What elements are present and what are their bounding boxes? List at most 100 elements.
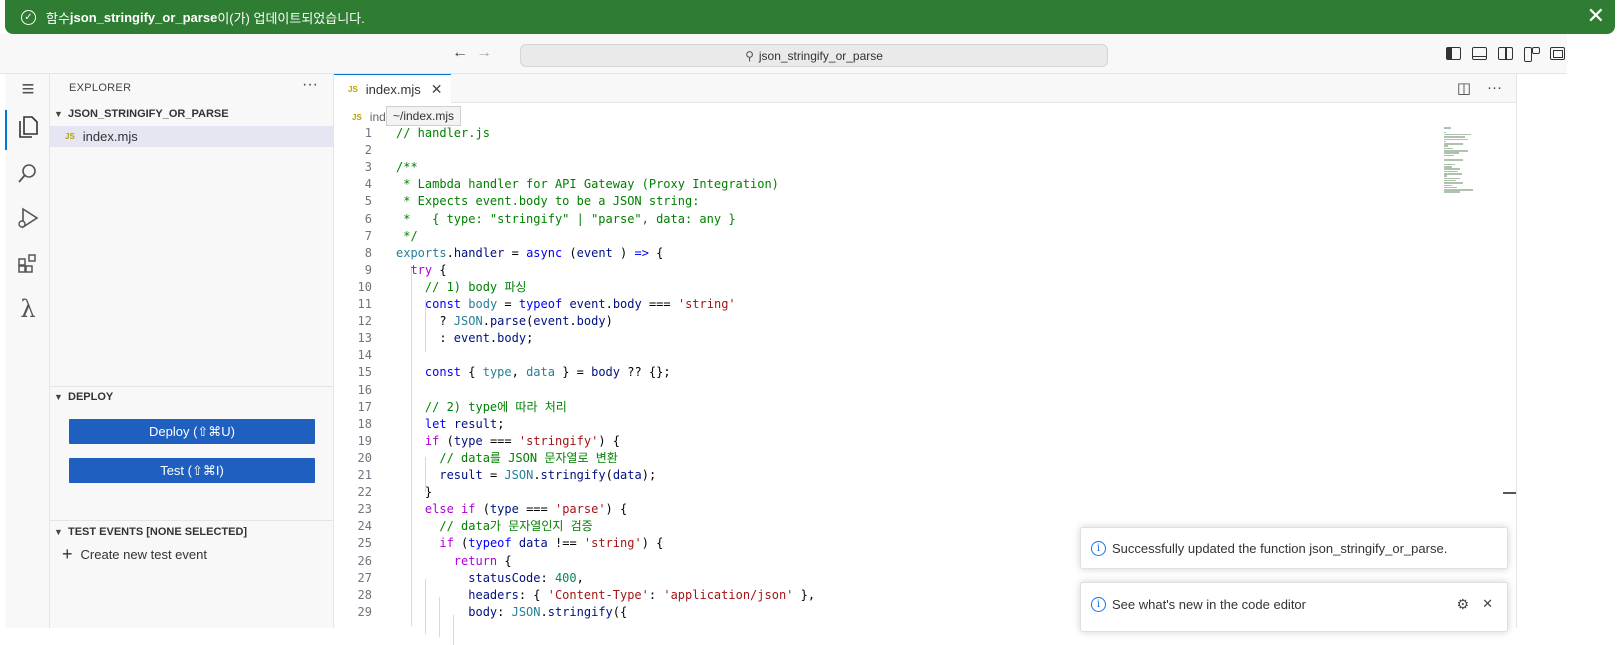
minimap[interactable] [1444, 127, 1476, 197]
minimap-line [1444, 173, 1462, 175]
line-number: 11 [357, 297, 372, 311]
close-tab-icon[interactable]: ✕ [431, 81, 443, 98]
minimap-line [1444, 131, 1446, 134]
code-text: /** [396, 160, 418, 175]
code-text: exports.handler = async (event ) => { [396, 245, 664, 260]
file-item-index[interactable]: JS index.mjs [50, 126, 333, 147]
minimap-line [1444, 152, 1459, 154]
minimap-line [1444, 150, 1468, 152]
more-actions-icon[interactable]: ··· [1487, 79, 1502, 97]
toggle-panel-icon[interactable] [1472, 47, 1487, 60]
code-text: * Expects event.body to be a JSON string… [396, 194, 700, 209]
line-number: 4 [364, 177, 372, 192]
code-text: headers: { 'Content-Type': 'application/… [468, 587, 816, 602]
toggle-secondary-sidebar-icon[interactable] [1498, 47, 1513, 60]
code-text: try { [410, 262, 447, 277]
whats-new-toast: i See what's new in the code editor ⚙ ✕ [1080, 582, 1508, 632]
folder-name: JSON_STRINGIFY_OR_PARSE [68, 108, 229, 120]
js-file-icon: JS [348, 84, 358, 94]
search-icon[interactable] [15, 160, 41, 186]
plus-icon: + [62, 544, 73, 564]
code-text: */ [396, 228, 418, 243]
line-number: 18 [357, 416, 372, 431]
command-center-search[interactable]: ⚲ json_stringify_or_parse [520, 44, 1108, 67]
info-icon: i [1091, 597, 1106, 612]
check-circle-icon: ✓ [21, 9, 36, 25]
more-actions-icon[interactable]: ··· [302, 76, 318, 94]
code-text: // handler.js [396, 126, 490, 140]
section-divider [50, 386, 333, 387]
test-button[interactable]: Test (⇧⌘I) [69, 458, 315, 483]
minimap-line [1444, 145, 1448, 147]
chevron-down-icon: ▼ [54, 392, 63, 402]
deploy-button[interactable]: Deploy (⇧⌘U) [69, 419, 315, 444]
extensions-icon[interactable] [15, 251, 41, 277]
banner-function-name: json_stringify_or_parse [69, 9, 218, 25]
line-number: 23 [357, 502, 372, 517]
line-number: 24 [357, 519, 372, 534]
minimap-line [1444, 177, 1460, 180]
customize-layout-icon[interactable] [1524, 47, 1540, 62]
active-indicator [5, 110, 7, 150]
code-text: let result; [424, 416, 505, 431]
toggle-primary-sidebar-icon[interactable] [1446, 47, 1461, 60]
line-number: 8 [364, 245, 372, 260]
lambda-icon[interactable]: λ [15, 295, 41, 323]
minimap-line [1444, 147, 1453, 150]
code-text: // data가 문자열인지 검증 [439, 519, 593, 534]
line-number: 26 [357, 553, 372, 568]
test-events-header[interactable]: ▼ TEST EVENTS [NONE SELECTED] [54, 526, 247, 538]
success-toast-text: Successfully updated the function json_s… [1112, 540, 1448, 556]
editor-actions: ◫ ··· [1457, 79, 1502, 97]
gear-icon[interactable]: ⚙ [1456, 596, 1469, 613]
minimap-line [1444, 186, 1457, 189]
minimap-line [1444, 163, 1455, 166]
split-editor-icon[interactable]: ◫ [1457, 79, 1471, 97]
code-text: const { type, data } = body ?? {}; [424, 365, 671, 380]
line-number: 3 [364, 160, 372, 175]
close-icon[interactable]: ✕ [1482, 596, 1493, 612]
explorer-icon[interactable] [15, 114, 41, 140]
minimap-line [1444, 182, 1463, 184]
chevron-down-icon: ▼ [54, 109, 63, 119]
breadcrumb[interactable]: JS ind [352, 110, 386, 124]
scrollbar-marker[interactable] [1503, 492, 1516, 494]
code-text: if (typeof data !== 'string') { [439, 536, 664, 551]
minimap-line [1444, 170, 1458, 173]
minimap-line [1444, 166, 1452, 168]
create-test-event-link[interactable]: + Create new test event [62, 544, 207, 565]
test-events-title: TEST EVENTS [NONE SELECTED] [68, 526, 248, 538]
code-text: * { type: "stringify" | "parse", data: a… [396, 211, 736, 226]
banner-close-icon[interactable]: ✕ [1587, 3, 1605, 29]
deploy-header[interactable]: ▼ DEPLOY [54, 391, 113, 403]
section-divider [50, 520, 333, 521]
minimap-line [1444, 184, 1452, 186]
code-text: // data를 JSON 문자열로 변환 [439, 450, 618, 465]
tab-index-mjs[interactable]: JS index.mjs ✕ [334, 74, 451, 103]
chevron-down-icon: ▼ [54, 527, 63, 537]
folder-header[interactable]: ▼ JSON_STRINGIFY_OR_PARSE [54, 108, 229, 120]
forward-arrow-icon[interactable]: → [476, 44, 492, 62]
line-number: 14 [357, 348, 372, 363]
line-number: 27 [357, 570, 372, 585]
create-test-event-label: Create new test event [80, 547, 207, 562]
fullscreen-icon[interactable] [1550, 47, 1565, 60]
code-text: return { [453, 553, 512, 568]
minimap-line [1444, 127, 1451, 129]
code-text: statusCode: 400, [468, 570, 584, 585]
deploy-title: DEPLOY [68, 391, 114, 403]
banner-suffix: 이(가) 업데이트되었습니다. [217, 10, 365, 26]
title-bar: ← → ⚲ json_stringify_or_parse [0, 34, 1567, 74]
code-text: const body = typeof event.body === 'stri… [424, 297, 736, 311]
menu-icon[interactable]: ≡ [15, 76, 41, 102]
minimap-line [1444, 191, 1460, 193]
minimap-line [1444, 175, 1447, 177]
line-number: 9 [364, 262, 372, 277]
line-number: 1 [364, 126, 372, 140]
back-arrow-icon[interactable]: ← [452, 44, 468, 62]
run-debug-icon[interactable] [15, 205, 41, 231]
code-text: if (type === 'stringify') { [424, 433, 621, 448]
breadcrumb-file: ind [369, 110, 386, 124]
code-text: } [396, 485, 433, 500]
code-text: result = JSON.stringify(data); [439, 468, 657, 482]
